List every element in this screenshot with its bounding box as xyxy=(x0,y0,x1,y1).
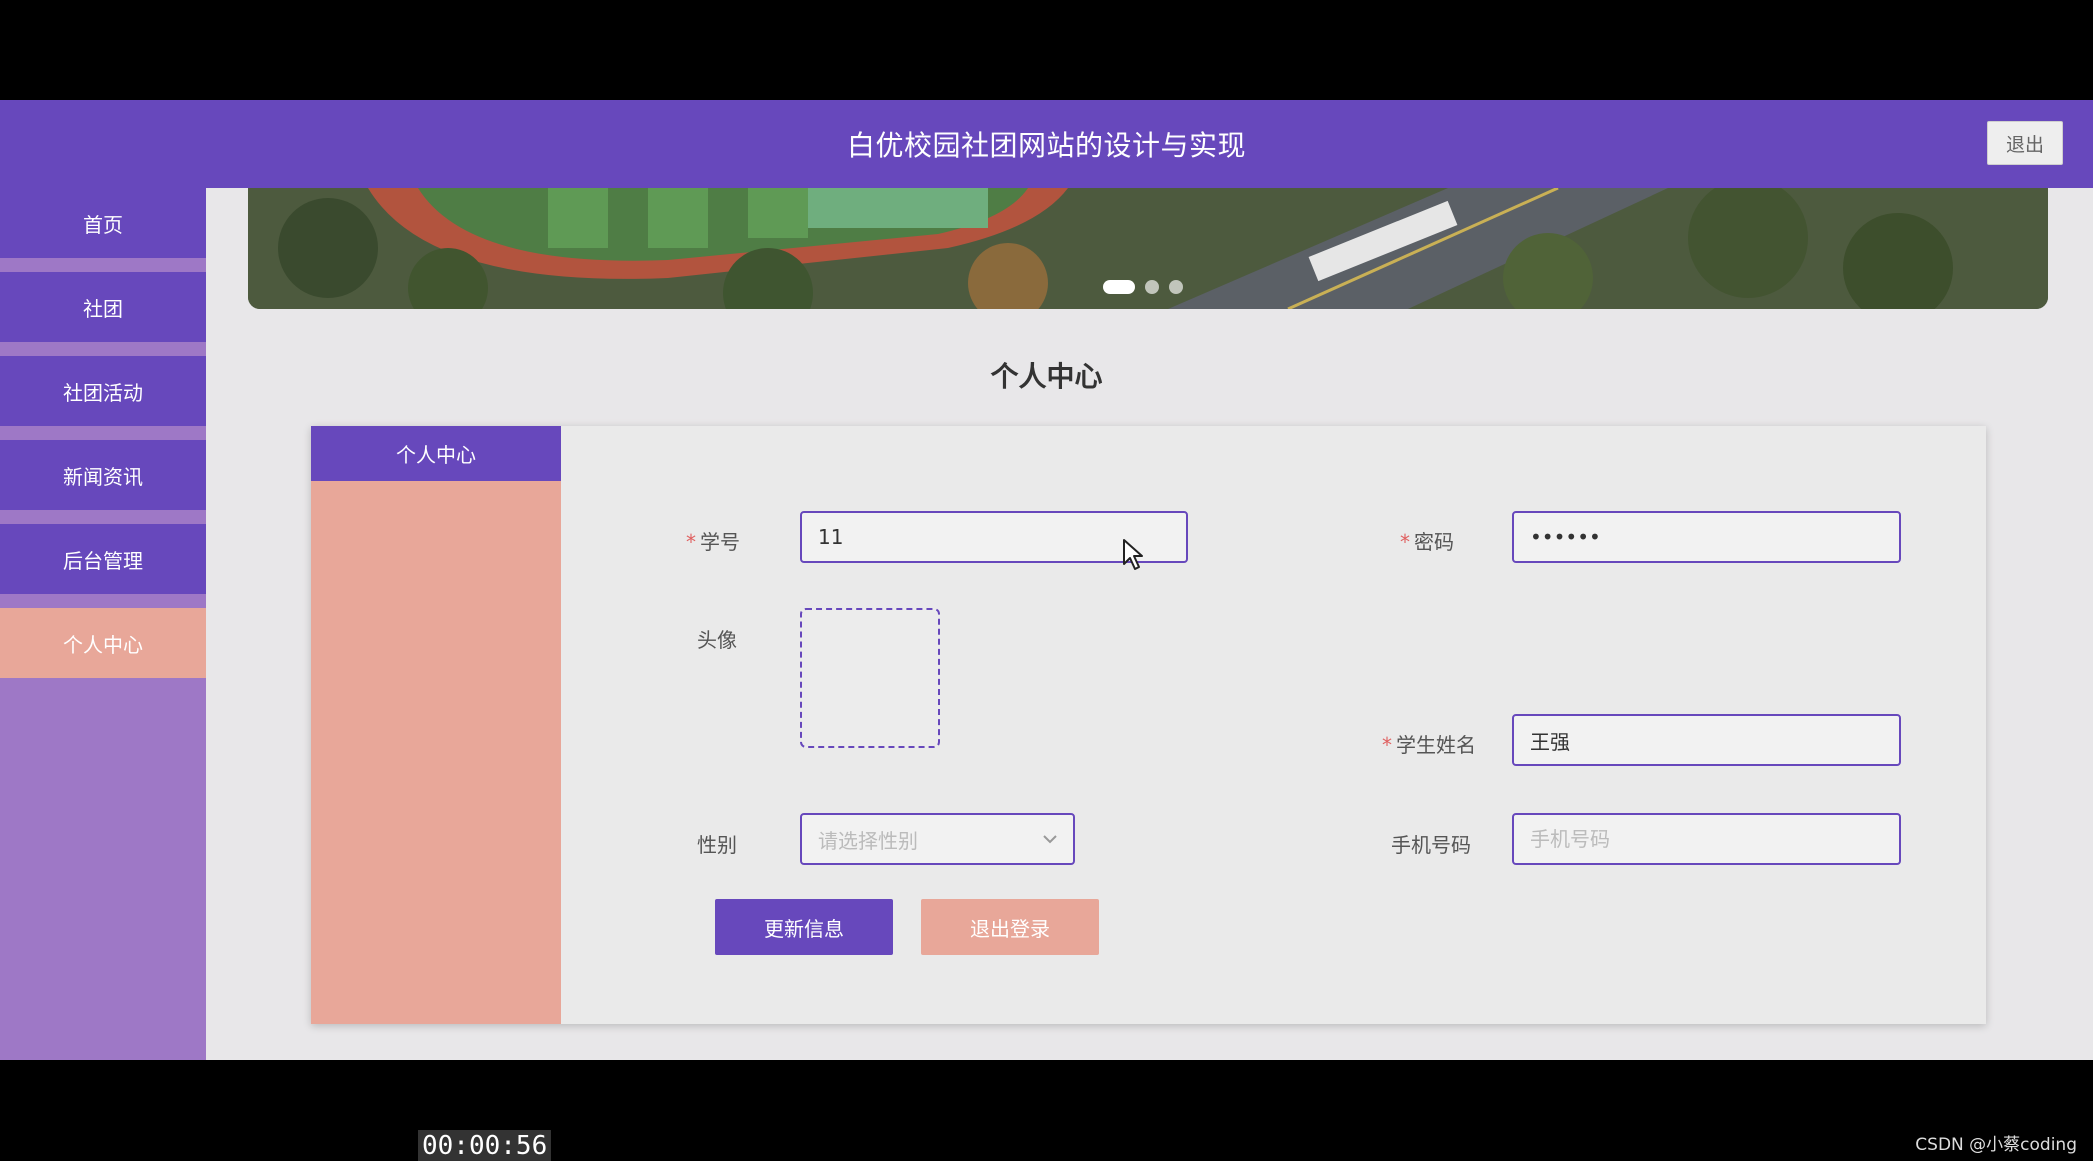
carousel-dot-3[interactable] xyxy=(1169,280,1183,294)
phone-field[interactable] xyxy=(1512,813,1901,865)
password-label: * 密码 xyxy=(1400,530,1454,554)
required-mark: * xyxy=(1400,530,1410,554)
update-info-button[interactable]: 更新信息 xyxy=(715,899,893,955)
logout-button[interactable]: 退出登录 xyxy=(921,899,1099,955)
page-title: 个人中心 xyxy=(990,360,1103,393)
carousel-indicators xyxy=(1103,280,1183,294)
required-mark: * xyxy=(1382,733,1392,757)
student-id-label: * 学号 xyxy=(686,530,740,554)
password-field[interactable]: •••••• xyxy=(1512,511,1901,563)
student-name-field[interactable]: 王强 xyxy=(1512,714,1901,766)
watermark: CSDN @小蔡coding xyxy=(1915,1135,2077,1155)
gender-select[interactable]: 请选择性别 xyxy=(800,813,1075,865)
gender-label: 性别 xyxy=(697,833,737,857)
sidebar-item-admin[interactable]: 后台管理 xyxy=(0,524,206,594)
site-title: 白优校园社团网站的设计与实现 xyxy=(846,129,1246,162)
tab-profile[interactable]: 个人中心 xyxy=(311,426,561,481)
sidebar-item-profile[interactable]: 个人中心 xyxy=(0,608,206,678)
avatar-label: 头像 xyxy=(697,628,737,652)
gender-placeholder: 请选择性别 xyxy=(818,828,918,853)
card-side-panel: 个人中心 xyxy=(311,426,561,1024)
profile-card: 个人中心 * 学号 11 * 密码 •••••• 头像 * 学生姓名 王强 性别 请选… xyxy=(311,426,1986,1024)
mouse-cursor-icon xyxy=(1123,539,1143,570)
required-mark: * xyxy=(686,530,696,554)
video-timestamp: 00:00:56 xyxy=(418,1130,552,1161)
carousel-dot-1[interactable] xyxy=(1103,280,1135,294)
avatar-upload[interactable] xyxy=(800,608,940,748)
sidebar-item-news[interactable]: 新闻资讯 xyxy=(0,440,206,510)
top-header: 白优校园社团网站的设计与实现 退出 xyxy=(0,100,2093,188)
sidebar-item-home[interactable]: 首页 xyxy=(0,188,206,258)
phone-label: 手机号码 xyxy=(1391,833,1471,857)
app-window: 白优校园社团网站的设计与实现 退出 首页 社团 社团活动 新闻资讯 后台管理 个… xyxy=(0,100,2093,1060)
student-name-label: * 学生姓名 xyxy=(1382,733,1476,757)
banner-carousel[interactable] xyxy=(248,188,2048,309)
chevron-down-icon xyxy=(1043,835,1057,844)
header-logout-button[interactable]: 退出 xyxy=(1987,121,2063,165)
sidebar: 首页 社团 社团活动 新闻资讯 后台管理 个人中心 xyxy=(0,188,206,1060)
carousel-dot-2[interactable] xyxy=(1145,280,1159,294)
sidebar-item-clubs[interactable]: 社团 xyxy=(0,272,206,342)
